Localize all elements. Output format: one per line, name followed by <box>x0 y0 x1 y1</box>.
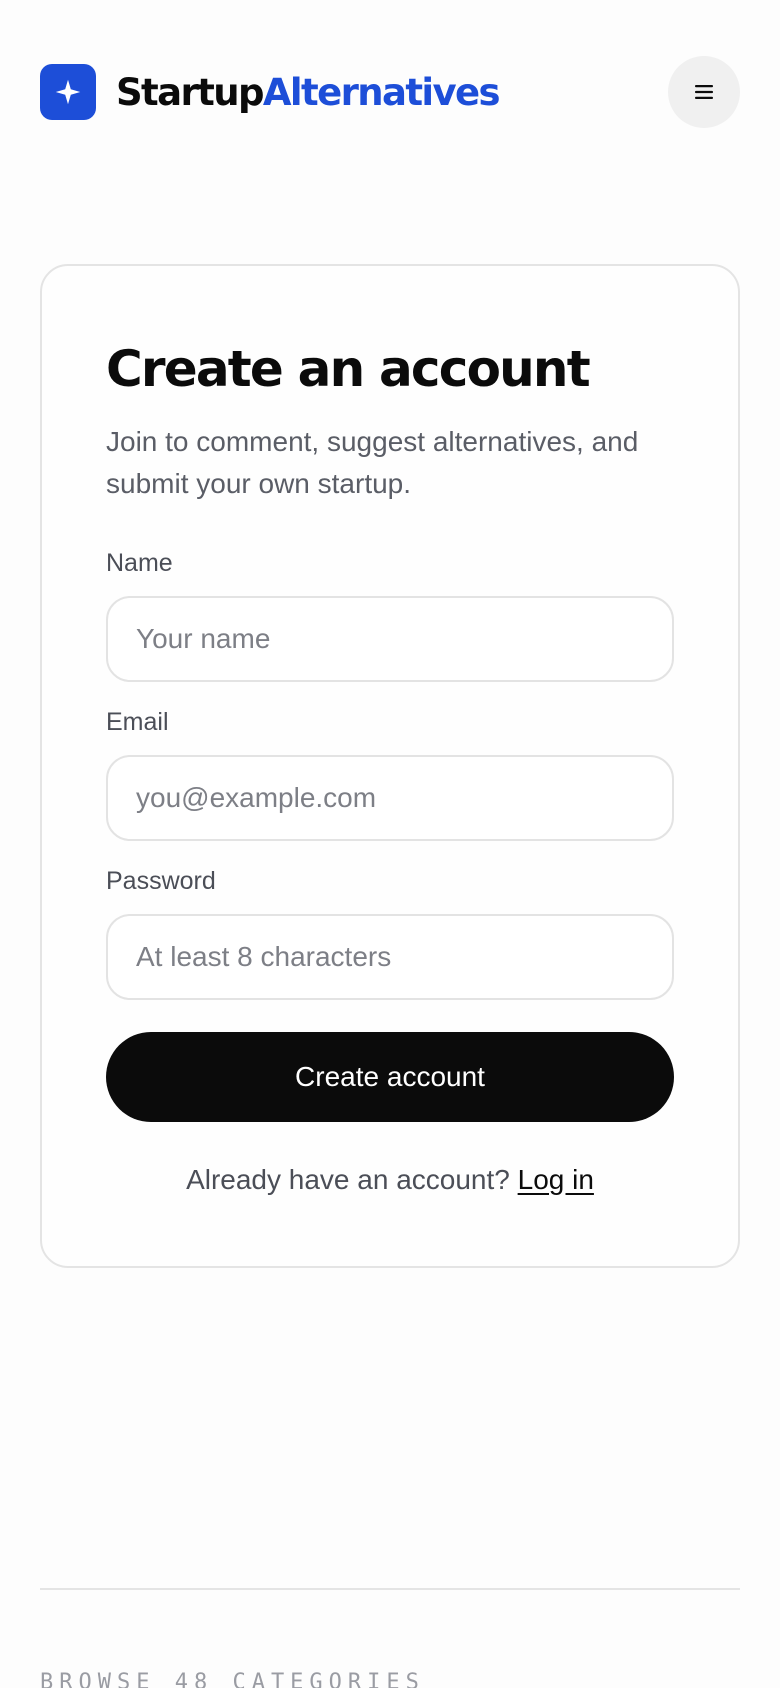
name-label: Name <box>106 549 173 577</box>
signup-card: Create an account Join to comment, sugge… <box>40 264 740 1268</box>
sparkle-icon <box>55 79 81 105</box>
name-field[interactable] <box>106 596 674 682</box>
brand-name-alternatives: Alternatives <box>262 70 501 114</box>
hamburger-menu-icon <box>695 85 713 99</box>
email-field[interactable] <box>106 755 674 841</box>
password-field[interactable] <box>106 914 674 1000</box>
logo-badge <box>40 64 96 120</box>
email-label: Email <box>106 708 169 736</box>
menu-button[interactable] <box>668 56 740 128</box>
brand-name-startup: Startup <box>116 70 264 114</box>
brand-logo-link[interactable]: Startup Alternatives <box>40 64 501 120</box>
browse-categories-caption: BROWSE 48 CATEGORIES <box>40 1670 425 1688</box>
login-prompt-text: Already have an account? <box>186 1164 510 1195</box>
page-title: Create an account <box>106 340 591 398</box>
page-subtitle: Join to comment, suggest alternatives, a… <box>106 426 639 499</box>
site-header: Startup Alternatives <box>40 56 740 128</box>
footer-divider <box>40 1588 740 1590</box>
login-link[interactable]: Log in <box>518 1164 594 1195</box>
login-prompt-row: Already have an account? Log in <box>106 1164 674 1196</box>
signup-page: Startup Alternatives Create an account Jo… <box>0 0 780 1688</box>
brand-wordmark: Startup Alternatives <box>116 70 501 114</box>
create-account-button[interactable]: Create account <box>106 1032 674 1122</box>
password-label: Password <box>106 867 216 895</box>
